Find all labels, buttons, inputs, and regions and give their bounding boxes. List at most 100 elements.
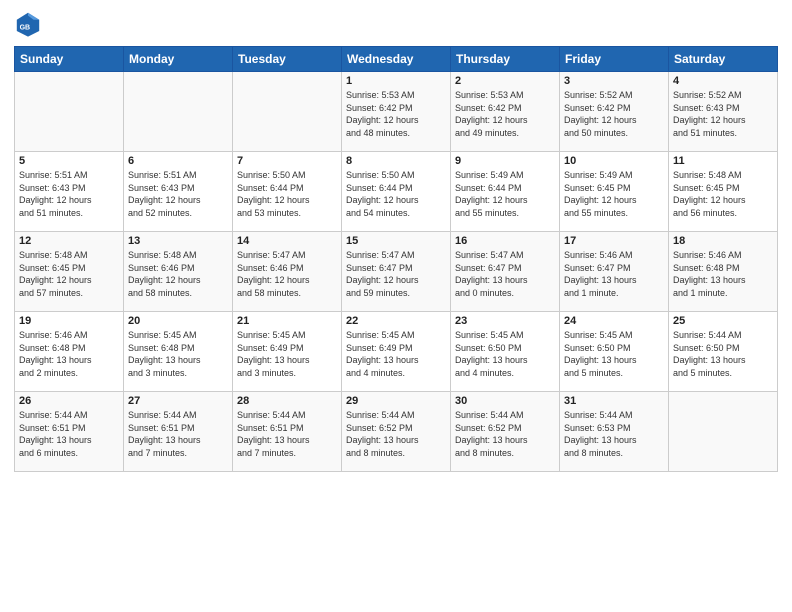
calendar-cell: 16 Sunrise: 5:47 AM Sunset: 6:47 PM Dayli… [451, 232, 560, 312]
day-number: 12 [19, 235, 119, 247]
cell-info: Sunrise: 5:52 AM Sunset: 6:43 PM Dayligh… [673, 89, 773, 139]
cell-info: Sunrise: 5:45 AM Sunset: 6:49 PM Dayligh… [346, 329, 446, 379]
calendar-cell: 29 Sunrise: 5:44 AM Sunset: 6:52 PM Dayli… [342, 392, 451, 472]
calendar-cell: 4 Sunrise: 5:52 AM Sunset: 6:43 PM Daylig… [669, 72, 778, 152]
calendar-cell: 14Sunrise: 5:47 AM Sunset: 6:46 PM Dayli… [233, 232, 342, 312]
cell-info: Sunrise: 5:48 AM Sunset: 6:45 PM Dayligh… [19, 249, 119, 299]
week-row-3: 19 Sunrise: 5:46 AM Sunset: 6:48 PM Dayli… [15, 312, 778, 392]
day-number: 1 [346, 75, 446, 87]
calendar-cell: 20 Sunrise: 5:45 AM Sunset: 6:48 PM Dayli… [124, 312, 233, 392]
cell-info: Sunrise: 5:45 AM Sunset: 6:50 PM Dayligh… [564, 329, 664, 379]
day-number: 18 [673, 235, 773, 247]
calendar-cell: 2Sunrise: 5:53 AM Sunset: 6:42 PM Daylig… [451, 72, 560, 152]
cell-info: Sunrise: 5:44 AM Sunset: 6:53 PM Dayligh… [564, 409, 664, 459]
day-number: 19 [19, 315, 119, 327]
week-row-1: 5 Sunrise: 5:51 AM Sunset: 6:43 PM Daylig… [15, 152, 778, 232]
header-sunday: Sunday [15, 47, 124, 72]
calendar-cell: 12 Sunrise: 5:48 AM Sunset: 6:45 PM Dayli… [15, 232, 124, 312]
header-saturday: Saturday [669, 47, 778, 72]
logo-icon: GB [14, 10, 42, 38]
calendar-cell: 24Sunrise: 5:45 AM Sunset: 6:50 PM Dayli… [560, 312, 669, 392]
day-number: 15 [346, 235, 446, 247]
calendar-cell: 5 Sunrise: 5:51 AM Sunset: 6:43 PM Daylig… [15, 152, 124, 232]
day-number: 11 [673, 155, 773, 167]
day-number: 27 [128, 395, 228, 407]
cell-info: Sunrise: 5:44 AM Sunset: 6:52 PM Dayligh… [455, 409, 555, 459]
cell-info: Sunrise: 5:47 AM Sunset: 6:47 PM Dayligh… [455, 249, 555, 299]
calendar-cell: 22 Sunrise: 5:45 AM Sunset: 6:49 PM Dayli… [342, 312, 451, 392]
week-row-4: 26Sunrise: 5:44 AM Sunset: 6:51 PM Dayli… [15, 392, 778, 472]
calendar-cell: 26Sunrise: 5:44 AM Sunset: 6:51 PM Dayli… [15, 392, 124, 472]
day-number: 29 [346, 395, 446, 407]
header-friday: Friday [560, 47, 669, 72]
calendar-cell [669, 392, 778, 472]
day-number: 13 [128, 235, 228, 247]
calendar-cell: 25 Sunrise: 5:44 AM Sunset: 6:50 PM Dayli… [669, 312, 778, 392]
cell-info: Sunrise: 5:44 AM Sunset: 6:51 PM Dayligh… [128, 409, 228, 459]
calendar-header: SundayMondayTuesdayWednesdayThursdayFrid… [15, 47, 778, 72]
cell-info: Sunrise: 5:46 AM Sunset: 6:48 PM Dayligh… [19, 329, 119, 379]
header-tuesday: Tuesday [233, 47, 342, 72]
calendar-cell: 27 Sunrise: 5:44 AM Sunset: 6:51 PM Dayli… [124, 392, 233, 472]
day-number: 23 [455, 315, 555, 327]
cell-info: Sunrise: 5:50 AM Sunset: 6:44 PM Dayligh… [346, 169, 446, 219]
day-number: 22 [346, 315, 446, 327]
cell-info: Sunrise: 5:52 AM Sunset: 6:42 PM Dayligh… [564, 89, 664, 139]
day-number: 25 [673, 315, 773, 327]
cell-info: Sunrise: 5:53 AM Sunset: 6:42 PM Dayligh… [346, 89, 446, 139]
day-number: 16 [455, 235, 555, 247]
cell-info: Sunrise: 5:45 AM Sunset: 6:48 PM Dayligh… [128, 329, 228, 379]
day-number: 30 [455, 395, 555, 407]
day-number: 4 [673, 75, 773, 87]
calendar-cell: 17Sunrise: 5:46 AM Sunset: 6:47 PM Dayli… [560, 232, 669, 312]
day-number: 5 [19, 155, 119, 167]
cell-info: Sunrise: 5:48 AM Sunset: 6:45 PM Dayligh… [673, 169, 773, 219]
calendar-cell: 11 Sunrise: 5:48 AM Sunset: 6:45 PM Dayli… [669, 152, 778, 232]
cell-info: Sunrise: 5:51 AM Sunset: 6:43 PM Dayligh… [128, 169, 228, 219]
day-number: 21 [237, 315, 337, 327]
cell-info: Sunrise: 5:44 AM Sunset: 6:50 PM Dayligh… [673, 329, 773, 379]
day-number: 14 [237, 235, 337, 247]
day-number: 31 [564, 395, 664, 407]
calendar-cell: 10Sunrise: 5:49 AM Sunset: 6:45 PM Dayli… [560, 152, 669, 232]
cell-info: Sunrise: 5:45 AM Sunset: 6:50 PM Dayligh… [455, 329, 555, 379]
calendar-cell: 7Sunrise: 5:50 AM Sunset: 6:44 PM Daylig… [233, 152, 342, 232]
calendar-cell: 23 Sunrise: 5:45 AM Sunset: 6:50 PM Dayli… [451, 312, 560, 392]
day-number: 3 [564, 75, 664, 87]
calendar-cell: 13Sunrise: 5:48 AM Sunset: 6:46 PM Dayli… [124, 232, 233, 312]
header: GB [14, 10, 778, 38]
header-wednesday: Wednesday [342, 47, 451, 72]
day-number: 8 [346, 155, 446, 167]
day-number: 20 [128, 315, 228, 327]
calendar-table: SundayMondayTuesdayWednesdayThursdayFrid… [14, 46, 778, 472]
calendar-body: 1 Sunrise: 5:53 AM Sunset: 6:42 PM Daylig… [15, 72, 778, 472]
week-row-0: 1 Sunrise: 5:53 AM Sunset: 6:42 PM Daylig… [15, 72, 778, 152]
calendar-cell [233, 72, 342, 152]
header-thursday: Thursday [451, 47, 560, 72]
calendar-cell [124, 72, 233, 152]
cell-info: Sunrise: 5:44 AM Sunset: 6:52 PM Dayligh… [346, 409, 446, 459]
day-number: 6 [128, 155, 228, 167]
cell-info: Sunrise: 5:45 AM Sunset: 6:49 PM Dayligh… [237, 329, 337, 379]
calendar-cell: 15Sunrise: 5:47 AM Sunset: 6:47 PM Dayli… [342, 232, 451, 312]
calendar-cell: 18 Sunrise: 5:46 AM Sunset: 6:48 PM Dayli… [669, 232, 778, 312]
header-monday: Monday [124, 47, 233, 72]
logo: GB [14, 10, 46, 38]
calendar-cell: 31 Sunrise: 5:44 AM Sunset: 6:53 PM Dayli… [560, 392, 669, 472]
svg-text:GB: GB [20, 25, 31, 32]
cell-info: Sunrise: 5:49 AM Sunset: 6:45 PM Dayligh… [564, 169, 664, 219]
cell-info: Sunrise: 5:51 AM Sunset: 6:43 PM Dayligh… [19, 169, 119, 219]
cell-info: Sunrise: 5:49 AM Sunset: 6:44 PM Dayligh… [455, 169, 555, 219]
calendar-cell: 28 Sunrise: 5:44 AM Sunset: 6:51 PM Dayli… [233, 392, 342, 472]
day-number: 28 [237, 395, 337, 407]
calendar-cell: 19 Sunrise: 5:46 AM Sunset: 6:48 PM Dayli… [15, 312, 124, 392]
cell-info: Sunrise: 5:53 AM Sunset: 6:42 PM Dayligh… [455, 89, 555, 139]
day-number: 7 [237, 155, 337, 167]
calendar-cell: 21 Sunrise: 5:45 AM Sunset: 6:49 PM Dayli… [233, 312, 342, 392]
calendar-cell: 6 Sunrise: 5:51 AM Sunset: 6:43 PM Daylig… [124, 152, 233, 232]
cell-info: Sunrise: 5:44 AM Sunset: 6:51 PM Dayligh… [19, 409, 119, 459]
day-number: 17 [564, 235, 664, 247]
cell-info: Sunrise: 5:44 AM Sunset: 6:51 PM Dayligh… [237, 409, 337, 459]
day-number: 9 [455, 155, 555, 167]
cell-info: Sunrise: 5:46 AM Sunset: 6:48 PM Dayligh… [673, 249, 773, 299]
